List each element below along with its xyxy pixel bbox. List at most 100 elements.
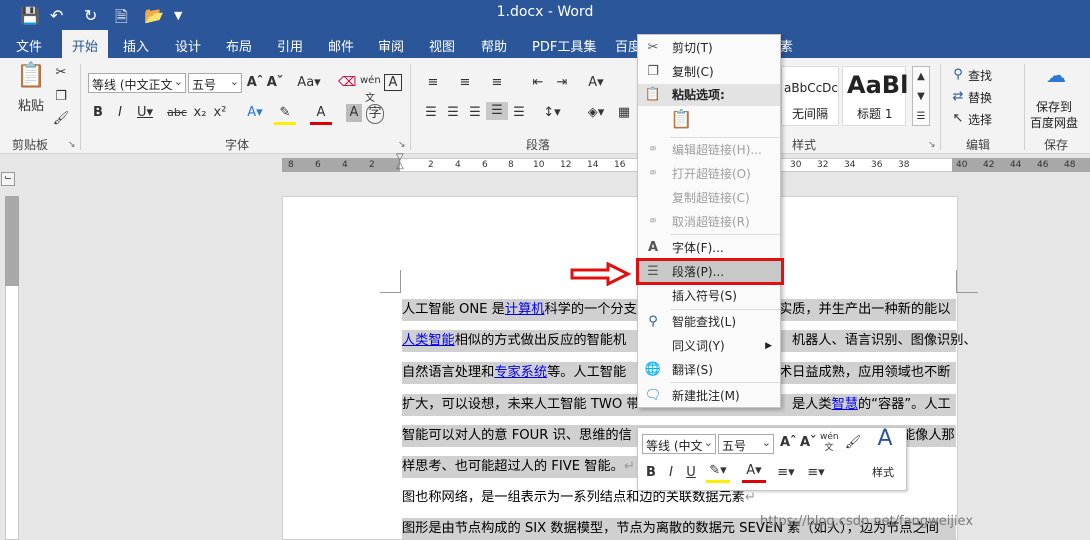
numbering-icon[interactable]: ≡ <box>454 74 476 92</box>
multilevel-list-icon[interactable]: ≡ <box>486 74 508 92</box>
bullets-icon[interactable]: ≡▾ <box>776 464 796 482</box>
save-baidu-label-1[interactable]: 保存到 <box>1036 98 1072 115</box>
menu-item-new-comment[interactable]: 🗨 新建批注(M) <box>638 385 780 407</box>
menu-separator <box>670 234 780 235</box>
menu-item-copy[interactable]: ❐ 复制(C) <box>638 61 780 83</box>
find-button[interactable]: 查找 <box>968 67 992 84</box>
italic-icon[interactable]: I <box>664 464 678 482</box>
tab-layout[interactable]: 布局 <box>226 36 252 55</box>
tab-insert[interactable]: 插入 <box>123 36 149 55</box>
strikethrough-icon[interactable]: abc <box>166 104 188 122</box>
font-name-combo[interactable]: 等线 (中文正文 ⌄ <box>88 73 186 93</box>
menu-item-smart-lookup[interactable]: ⚲ 智能查找(L) <box>638 311 780 333</box>
baidu-cloud-icon[interactable]: ☁ <box>1042 65 1070 85</box>
hyperlink[interactable]: 专家系统 <box>494 365 547 380</box>
style-heading-1[interactable]: AaBl 标题 1 <box>842 66 908 126</box>
mini-font-size-combo[interactable]: 五号 ⌄ <box>718 434 774 454</box>
paste-keep-text-icon[interactable]: 📋 <box>670 109 692 133</box>
superscript-icon[interactable]: x² <box>212 104 228 122</box>
align-right-icon[interactable]: ☰ <box>466 104 484 122</box>
menu-item-insert-symbol[interactable]: 插入符号(S) <box>638 285 780 307</box>
italic-icon[interactable]: I <box>112 104 128 122</box>
decrease-indent-icon[interactable]: ⇤ <box>528 74 548 92</box>
clipboard-launcher-icon[interactable]: ↘ <box>68 140 76 150</box>
hyperlink[interactable]: 人类智能 <box>402 333 455 348</box>
grow-font-icon[interactable]: Aˆ <box>246 74 264 92</box>
margin-corner <box>380 292 401 293</box>
justify-icon[interactable]: ☰ <box>486 102 508 120</box>
replace-button[interactable]: 替换 <box>968 89 992 106</box>
paste-icon[interactable]: 📋 <box>16 63 46 96</box>
character-shading-icon[interactable]: A <box>346 104 362 122</box>
replace-icon[interactable]: ⇄ <box>950 88 966 106</box>
tab-references[interactable]: 引用 <box>277 36 303 55</box>
paste-label[interactable]: 粘贴 <box>14 98 48 116</box>
tab-view[interactable]: 视图 <box>429 36 455 55</box>
shrink-font-icon[interactable]: Aˇ <box>800 434 817 452</box>
tab-design[interactable]: 设计 <box>175 36 201 55</box>
bold-icon[interactable]: B <box>90 104 106 122</box>
underline-icon[interactable]: U <box>684 464 698 482</box>
subscript-icon[interactable]: x₂ <box>192 104 208 122</box>
mini-styles-label[interactable]: 样式 <box>872 464 894 480</box>
font-launcher-icon[interactable]: ↘ <box>398 140 406 150</box>
change-case-icon[interactable]: Aa▾ <box>296 74 322 92</box>
tab-file[interactable]: 文件 <box>16 36 42 55</box>
tab-help[interactable]: 帮助 <box>481 36 507 55</box>
increase-indent-icon[interactable]: ⇥ <box>552 74 572 92</box>
underline-icon[interactable]: U▾ <box>134 104 156 122</box>
shrink-font-icon[interactable]: Aˇ <box>266 74 284 92</box>
menu-item-font[interactable]: A 字体(F)... <box>638 237 780 259</box>
styles-icon[interactable]: A <box>872 428 898 450</box>
clear-formatting-icon[interactable]: ⌫ <box>338 74 356 92</box>
grow-font-icon[interactable]: Aˆ <box>780 434 797 452</box>
phonetic-guide-icon[interactable]: wén 文 <box>820 432 839 454</box>
select-button[interactable]: 选择 <box>968 111 992 128</box>
font-color-icon[interactable]: A <box>310 104 332 125</box>
align-left-icon[interactable]: ☰ <box>422 104 440 122</box>
font-color-icon[interactable]: A▾ <box>742 462 766 483</box>
text-line[interactable]: 样思考、也可能超过人的 FIVE 智能。↵ <box>402 456 637 478</box>
menu-item-cut[interactable]: ✂ 剪切(T) <box>638 37 780 59</box>
bold-icon[interactable]: B <box>644 464 658 482</box>
asian-layout-icon[interactable]: A▾ <box>584 74 608 92</box>
font-size-combo[interactable]: 五号 ⌄ <box>188 73 242 93</box>
phonetic-guide-icon[interactable]: wén 文 <box>360 72 381 108</box>
hyperlink[interactable]: 智慧 <box>832 397 858 412</box>
enclose-characters-icon[interactable]: 字 <box>366 104 384 124</box>
save-baidu-label-2[interactable]: 百度网盘 <box>1030 114 1078 131</box>
tab-selector-icon[interactable]: ⌙ <box>1 172 15 186</box>
indent-marker-icon[interactable]: ▽ △ <box>396 153 404 171</box>
style-no-spacing[interactable]: aBbCcDc 无间隔 <box>781 66 839 126</box>
borders-icon[interactable]: ▦ <box>614 104 634 122</box>
find-icon[interactable]: ⚲ <box>950 66 966 84</box>
copy-icon[interactable]: ❐ <box>52 88 70 106</box>
mini-font-name-combo[interactable]: 等线 (中文 ⌄ <box>642 434 716 454</box>
chevron-down-icon: ⌄ <box>173 75 183 88</box>
tab-extra[interactable]: 素 <box>780 36 793 55</box>
tab-home[interactable]: 开始 <box>62 30 109 58</box>
bullets-icon[interactable]: ≡ <box>422 74 444 92</box>
align-center-icon[interactable]: ☰ <box>444 104 462 122</box>
character-border-icon[interactable]: A <box>384 74 402 91</box>
shading-icon[interactable]: ◈▾ <box>584 104 608 122</box>
tab-review[interactable]: 审阅 <box>378 36 404 55</box>
numbering-icon[interactable]: ≡▾ <box>804 464 828 482</box>
cut-icon[interactable]: ✂ <box>52 64 70 82</box>
format-painter-icon[interactable]: 🖌 <box>844 434 862 452</box>
group-label-styles: 样式 <box>792 138 817 152</box>
menu-item-synonyms[interactable]: 同义词(Y) ▶ <box>638 335 780 357</box>
tab-pdf-tools[interactable]: PDF工具集 <box>532 36 596 55</box>
hyperlink[interactable]: 计算机 <box>505 302 545 317</box>
highlight-icon[interactable]: ✎ <box>274 104 296 125</box>
styles-scroll[interactable]: ▲ ▼ ☰ <box>912 66 930 126</box>
distributed-icon[interactable]: ☰ <box>510 104 528 122</box>
menu-item-translate[interactable]: 🌐 翻译(S) <box>638 359 780 381</box>
format-painter-icon[interactable]: 🖌 <box>52 110 70 128</box>
styles-launcher-icon[interactable]: ↘ <box>928 140 936 150</box>
tab-mailings[interactable]: 邮件 <box>328 36 354 55</box>
line-spacing-icon[interactable]: ↕▾ <box>540 104 564 122</box>
select-icon[interactable]: ↖ <box>950 110 966 128</box>
text-effects-icon[interactable]: A▾ <box>244 104 266 122</box>
highlight-icon[interactable]: ✎▾ <box>706 462 730 483</box>
